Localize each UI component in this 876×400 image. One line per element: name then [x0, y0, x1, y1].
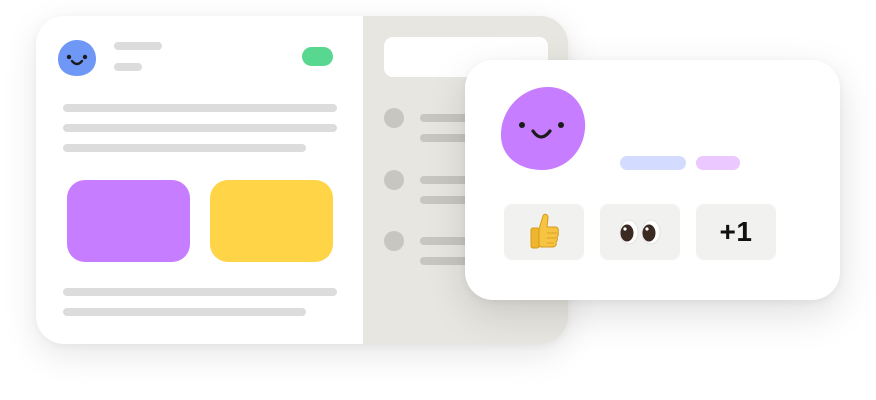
text-line: [63, 288, 337, 296]
illustration: +1: [0, 0, 876, 400]
status-badge: [302, 47, 333, 66]
author-meta-placeholder: [114, 63, 142, 71]
reaction-more[interactable]: +1: [696, 204, 776, 260]
text-line: [63, 308, 306, 316]
list-item-dot: [384, 108, 404, 128]
thumbs-up-icon: [530, 213, 559, 249]
eyes-icon: [619, 219, 661, 245]
attachment-tile-yellow[interactable]: [210, 180, 333, 262]
list-item-line: [420, 196, 470, 204]
attachment-tile-purple[interactable]: [67, 180, 190, 262]
author-name-placeholder: [114, 42, 162, 50]
smiley-avatar-icon[interactable]: [57, 39, 97, 77]
smiley-avatar-icon[interactable]: [500, 85, 588, 173]
list-item-dot: [384, 170, 404, 190]
text-line: [63, 144, 306, 152]
text-line: [63, 124, 337, 132]
more-reactions-label: +1: [719, 216, 753, 247]
reaction-card: +1: [465, 60, 840, 300]
reaction-thumbs-up[interactable]: [504, 204, 584, 260]
text-line: [63, 104, 337, 112]
tag-pill-blue: [620, 156, 686, 170]
list-item-dot: [384, 231, 404, 251]
tag-pill-lilac: [696, 156, 740, 170]
reaction-eyes[interactable]: [600, 204, 680, 260]
list-item-line: [420, 257, 470, 265]
list-item-line: [420, 134, 470, 142]
